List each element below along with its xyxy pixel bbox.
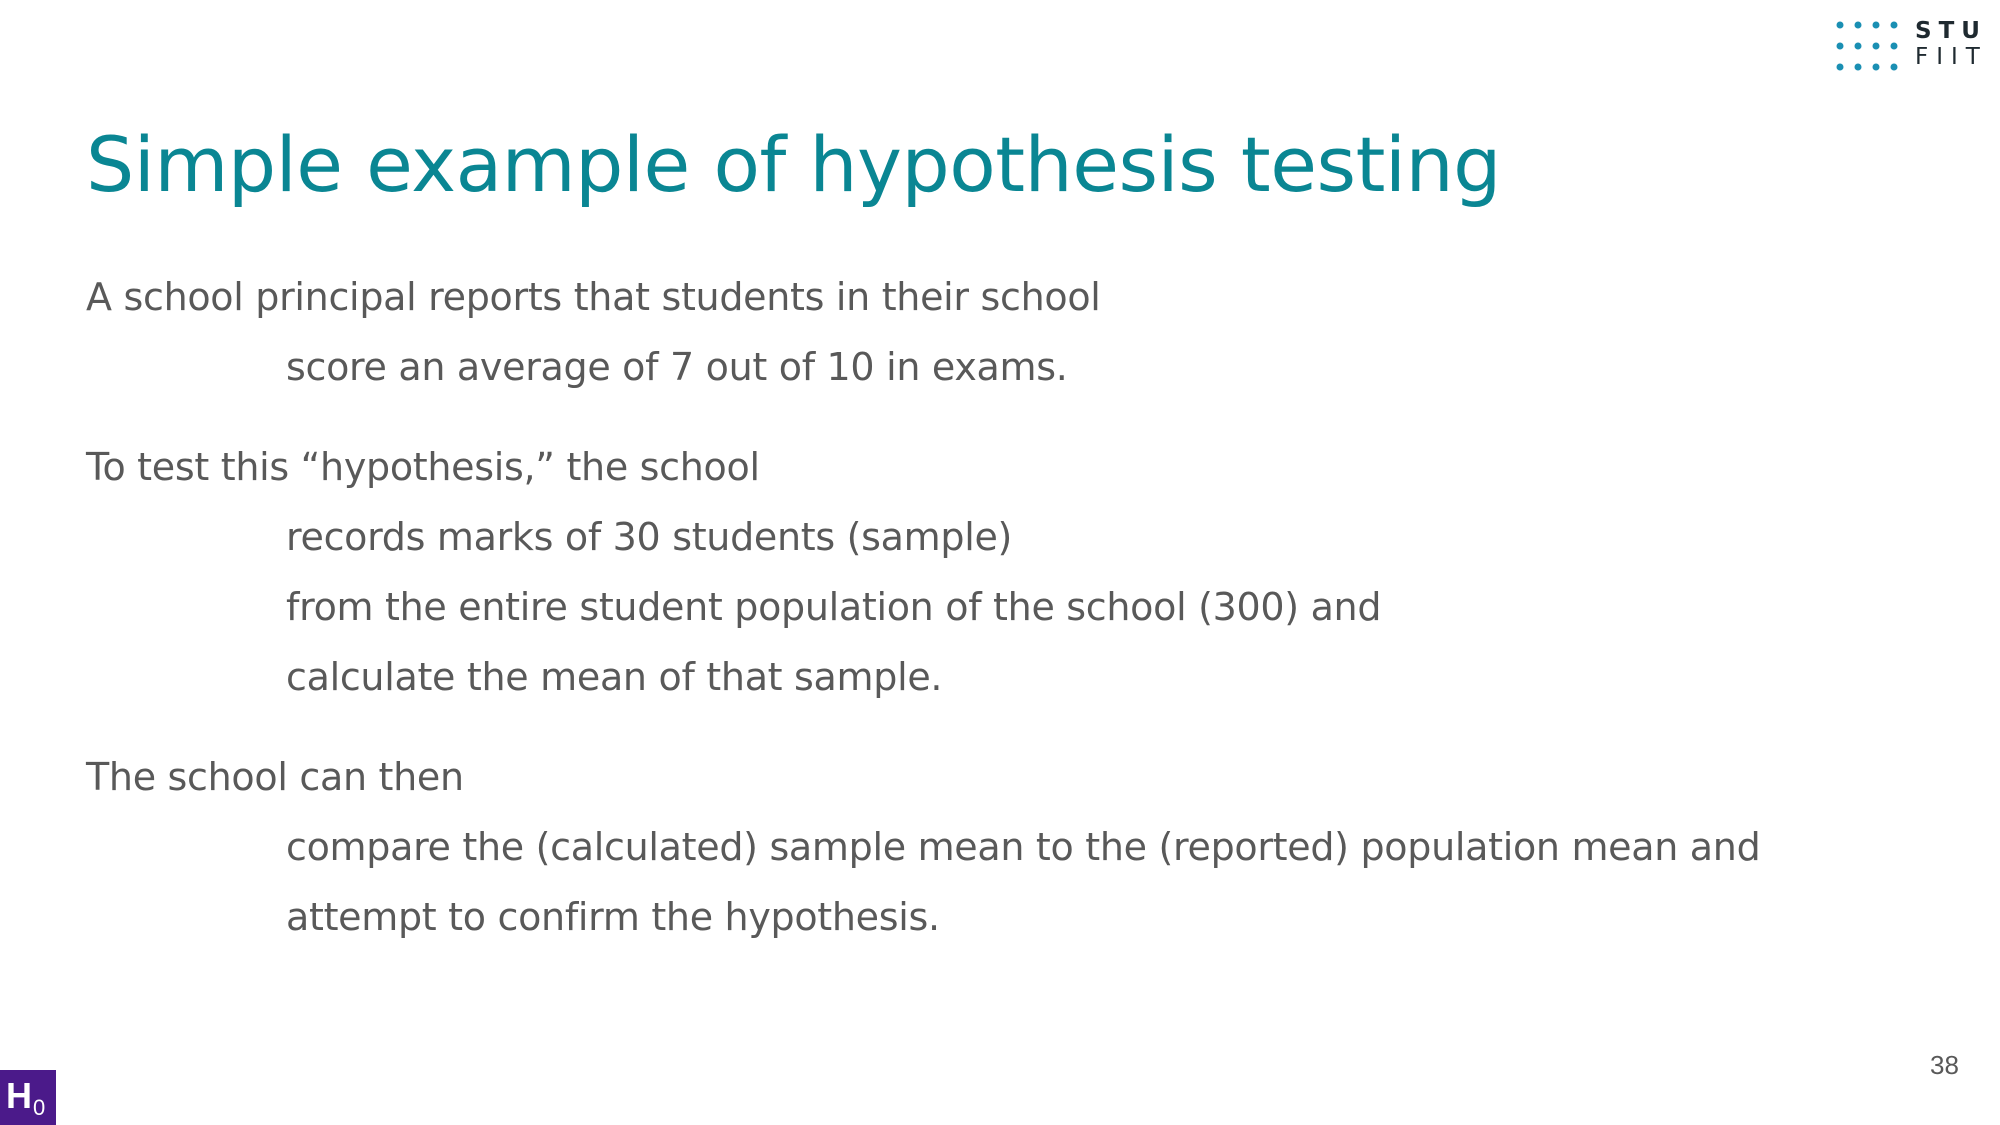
paragraph-indented-line: calculate the mean of that sample. bbox=[286, 655, 943, 699]
logo-dots-icon bbox=[1836, 21, 1898, 71]
slide-title: Simple example of hypothesis testing bbox=[86, 120, 1501, 209]
paragraph-indented-line: compare the (calculated) sample mean to … bbox=[286, 825, 1761, 869]
slide: STU FIIT Simple example of hypothesis te… bbox=[0, 0, 2000, 1125]
h0-badge-icon: H 0 bbox=[0, 1070, 56, 1125]
paragraph: A school principal reports that students… bbox=[86, 262, 1886, 402]
badge-subscript: 0 bbox=[33, 1095, 46, 1120]
paragraph-indented-line: from the entire student population of th… bbox=[286, 585, 1382, 629]
paragraph: To test this “hypothesis,” the school re… bbox=[86, 432, 1886, 712]
logo-line-1: STU bbox=[1915, 18, 1987, 44]
logo-text: STU FIIT bbox=[1915, 18, 1988, 70]
paragraph-lead: The school can then bbox=[86, 755, 464, 799]
logo-line-2: FIIT bbox=[1915, 44, 1988, 70]
stu-fiit-logo: STU FIIT bbox=[1835, 18, 1995, 74]
paragraph-lead: A school principal reports that students… bbox=[86, 275, 1101, 319]
badge-letter: H bbox=[6, 1075, 32, 1116]
page-number: 38 bbox=[1930, 1050, 1959, 1080]
slide-body: A school principal reports that students… bbox=[86, 262, 1886, 952]
paragraph: The school can then compare the (calcula… bbox=[86, 742, 1886, 952]
paragraph-indented-line: score an average of 7 out of 10 in exams… bbox=[286, 345, 1068, 389]
paragraph-indented-line: records marks of 30 students (sample) bbox=[286, 515, 1013, 559]
paragraph-indented-line: attempt to confirm the hypothesis. bbox=[286, 895, 940, 939]
paragraph-lead: To test this “hypothesis,” the school bbox=[86, 445, 760, 489]
